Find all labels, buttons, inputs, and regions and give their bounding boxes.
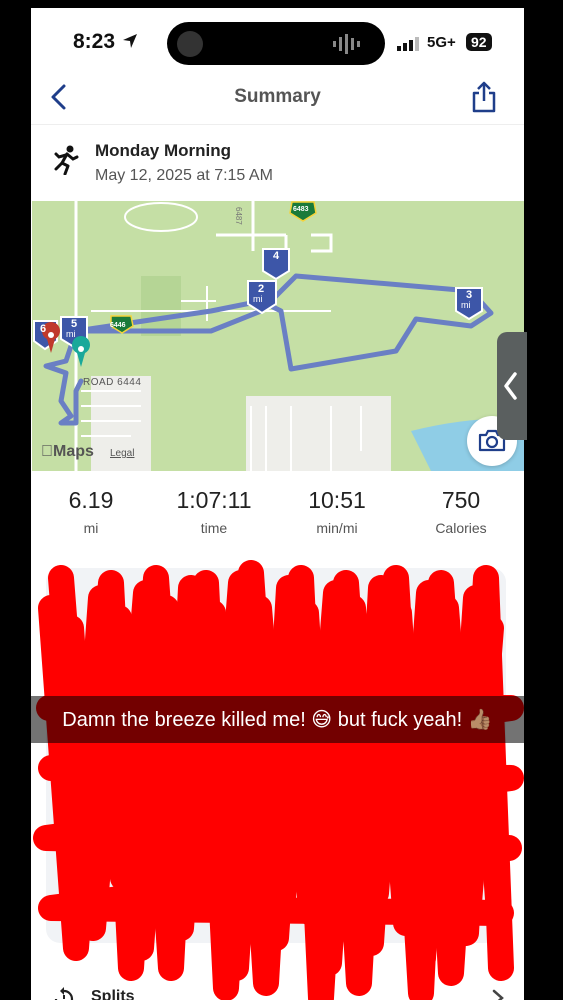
splits-row[interactable]: Splits bbox=[31, 978, 524, 1000]
splits-label: Splits bbox=[91, 988, 135, 1000]
snap-caption: Damn the breeze killed me! 😅 but fuck ye… bbox=[62, 709, 493, 731]
chevron-left-icon bbox=[504, 372, 517, 400]
chevron-right-icon bbox=[492, 989, 504, 1000]
red-scribble-overlay bbox=[33, 560, 524, 1000]
splits-icon bbox=[54, 987, 74, 1000]
snap-caption-bar: Damn the breeze killed me! 😅 but fuck ye… bbox=[31, 696, 524, 743]
phone-screen: 8:23 5G+ 92 Summary Monday Morning May 1… bbox=[31, 8, 524, 1000]
side-panel-handle[interactable] bbox=[497, 332, 527, 440]
